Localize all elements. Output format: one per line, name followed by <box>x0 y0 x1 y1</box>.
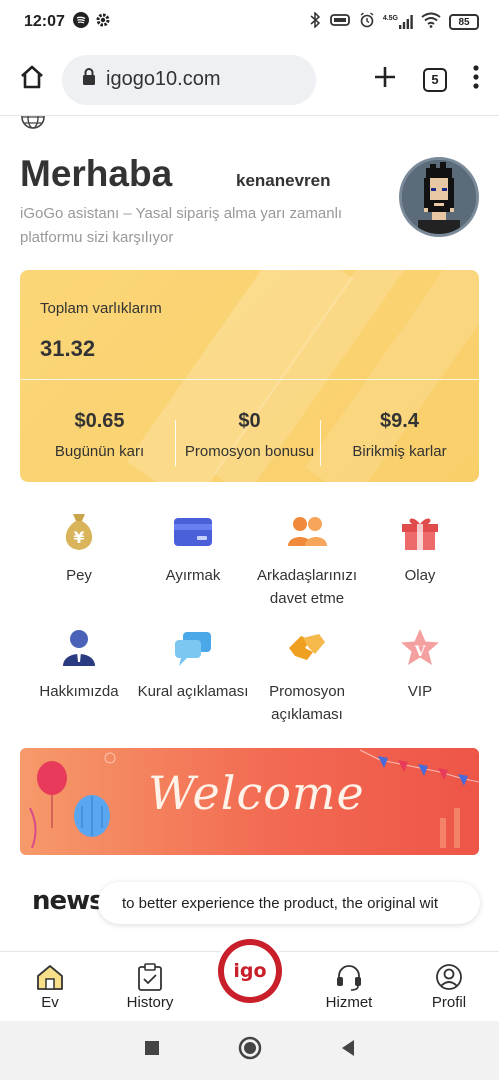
new-tab-icon[interactable] <box>373 65 397 94</box>
greeting-title: Merhaba <box>20 153 173 194</box>
system-nav-bar <box>0 1021 499 1080</box>
menu-label: Ayırmak <box>165 567 221 584</box>
gift-icon <box>398 510 442 554</box>
spotify-icon <box>72 11 89 33</box>
bluetooth-icon <box>309 10 321 33</box>
overflow-menu-icon[interactable] <box>473 65 479 94</box>
person-icon <box>57 626 101 670</box>
address-bar[interactable]: igogo10.com <box>62 54 316 105</box>
menu-label: Promosyon açıklaması <box>269 683 345 723</box>
tab-label: History <box>126 994 174 1011</box>
tab-profile[interactable]: Profil <box>404 962 494 1011</box>
status-bar: 12:07 4.5G 85 <box>0 0 499 44</box>
back-icon[interactable] <box>340 1039 356 1062</box>
settings-gear-icon <box>95 12 111 33</box>
welcome-banner[interactable]: Welcome <box>20 748 479 855</box>
money-bag-icon: ¥ <box>57 510 101 554</box>
tab-service[interactable]: Hizmet <box>304 962 394 1011</box>
welcome-subtitle: iGoGo asistanı – Yasal sipariş alma yarı… <box>20 205 343 246</box>
network-type: 4.5G <box>382 15 398 22</box>
avatar[interactable] <box>399 157 479 237</box>
browser-toolbar: igogo10.com 5 <box>0 44 499 116</box>
bottom-tab-bar: Ev History igo Hizmet Profil <box>0 936 499 1021</box>
recents-icon[interactable] <box>144 1040 160 1061</box>
home-icon <box>35 962 65 992</box>
url-text: igogo10.com <box>106 68 221 90</box>
total-assets-value: 31.32 <box>40 336 96 361</box>
menu-item-about-us[interactable]: Hakkımızda <box>19 626 139 703</box>
total-assets-label: Toplam varlıklarım <box>40 300 162 317</box>
stat-value: $9.4 <box>380 410 419 432</box>
card-icon <box>171 510 215 554</box>
home-circle-icon[interactable] <box>238 1036 262 1065</box>
wifi-icon <box>421 12 441 33</box>
menu-item-promo-info[interactable]: Promosyon açıklaması <box>247 626 367 726</box>
status-time: 12:07 <box>24 13 65 30</box>
menu-label: Olay <box>404 567 436 584</box>
center-igo-logo-button[interactable]: igo <box>215 936 285 1006</box>
igo-logo-ring: igo <box>218 939 282 1003</box>
stat-today-profit: $0.65 Bugünün karı <box>23 410 176 460</box>
tab-label: Ev <box>41 994 59 1011</box>
profile-icon <box>434 962 464 992</box>
stat-label: Promosyon bonusu <box>184 443 315 460</box>
assets-card: Toplam varlıklarım 31.32 $0.65 Bugünün k… <box>20 270 479 482</box>
vip-star-icon: V <box>398 626 442 670</box>
stat-value: $0.65 <box>74 410 125 432</box>
svg-text:¥: ¥ <box>73 528 84 547</box>
stat-label: Bugünün karı <box>54 443 145 460</box>
menu-item-vip[interactable]: V VIP <box>360 626 480 703</box>
lock-icon <box>82 67 96 92</box>
stat-accumulated-profit: $9.4 Birikmiş karlar <box>323 410 476 460</box>
stat-promo-bonus: $0 Promosyon bonusu <box>173 410 326 460</box>
tab-home[interactable]: Ev <box>5 962 95 1011</box>
headset-icon <box>334 962 364 992</box>
menu-label: Kural açıklaması <box>137 683 249 700</box>
menu-item-invite-friends[interactable]: Arkadaşlarınızı davet etme <box>247 510 367 610</box>
news-logo: news <box>32 886 105 916</box>
home-icon[interactable] <box>18 63 46 96</box>
people-icon <box>285 510 329 554</box>
alarm-icon <box>359 11 375 33</box>
tab-history[interactable]: History <box>105 962 195 1011</box>
menu-label: Arkadaşlarınızı davet etme <box>256 567 358 607</box>
tab-label: Hizmet <box>325 994 373 1011</box>
menu-item-olay[interactable]: Olay <box>360 510 480 587</box>
handshake-icon <box>285 626 329 670</box>
menu-label: Pey <box>66 567 92 584</box>
news-ticker[interactable]: to better experience the product, the or… <box>98 882 480 924</box>
menu-item-pey[interactable]: ¥ Pey <box>19 510 139 587</box>
vibrate-icon <box>329 13 351 32</box>
language-globe-icon[interactable] <box>20 116 46 130</box>
stat-label: Birikmiş karlar <box>352 443 447 460</box>
menu-label: Hakkımızda <box>39 683 119 700</box>
tab-label: Profil <box>431 994 467 1011</box>
svg-text:V: V <box>414 644 427 660</box>
menu-item-ayirmak[interactable]: Ayırmak <box>133 510 253 587</box>
card-divider <box>20 379 479 380</box>
tab-switcher-button[interactable]: 5 <box>423 67 447 92</box>
menu-label: VIP <box>407 683 433 700</box>
banner-welcome-text: Welcome <box>148 766 365 820</box>
stat-separator <box>320 420 321 466</box>
username: kenanevren <box>236 171 331 190</box>
history-icon <box>135 962 165 992</box>
battery-indicator: 85 <box>449 14 479 30</box>
menu-item-rules[interactable]: Kural açıklaması <box>133 626 253 703</box>
chat-icon <box>171 626 215 670</box>
signal-icon: 4.5G <box>383 15 413 29</box>
stat-value: $0 <box>238 410 261 432</box>
igo-logo-text: igo <box>224 945 276 997</box>
